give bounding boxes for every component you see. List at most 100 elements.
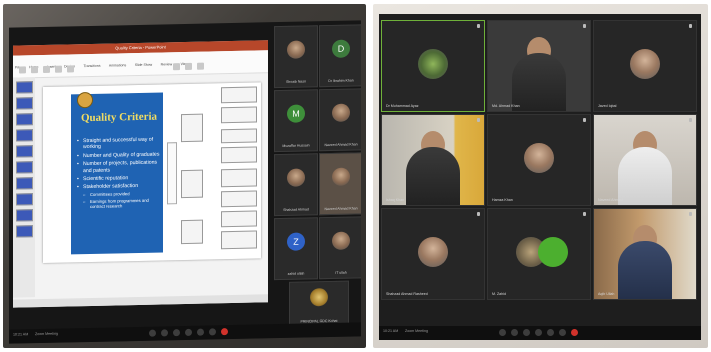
participant-name: Md. Ahmad Khan: [492, 104, 520, 108]
participant-tile[interactable]: Hamza Khan: [487, 114, 591, 206]
ribbon-tab-slideshow[interactable]: Slide Show: [135, 63, 153, 67]
diagram-box: [221, 86, 257, 104]
slide-thumbnails-panel: [13, 77, 35, 298]
participant-tile[interactable]: PRINCIPAL GDC Kohat: [289, 280, 349, 328]
video-icon[interactable]: [161, 329, 168, 337]
arrange-icon[interactable]: [185, 62, 192, 70]
ppt-status-bar: [13, 294, 268, 308]
slide-thumbnail[interactable]: [15, 193, 33, 206]
participant-tile[interactable]: Javed Iqbal: [593, 20, 697, 112]
end-call-button[interactable]: [571, 329, 578, 336]
participant-tile[interactable]: Naveed Ahmad: [593, 114, 697, 206]
share-screen-icon[interactable]: [547, 329, 554, 336]
chat-icon[interactable]: [185, 328, 192, 336]
ribbon-tab-review[interactable]: Review: [161, 62, 172, 66]
slide-sub-bullet: Earnings from programmes and contract re…: [83, 197, 161, 209]
diagram-box: [221, 210, 257, 228]
chat-icon[interactable]: [535, 329, 542, 336]
participant-tile[interactable]: Naveed Ahmad Khan: [319, 152, 361, 216]
participant-avatar: [418, 49, 448, 79]
mic-icon: [689, 118, 692, 122]
slide-thumbnail[interactable]: [15, 209, 33, 222]
mic-icon: [583, 118, 586, 122]
participant-tile[interactable]: D Dr Ibrahim Khan: [319, 24, 361, 88]
participant-initial-avatar: M: [287, 104, 305, 123]
shapes-icon[interactable]: [173, 63, 180, 71]
diagram-box: [181, 169, 203, 199]
font-icon[interactable]: [43, 65, 50, 73]
participant-name: Shoaib Nasir: [285, 79, 307, 84]
participants-icon[interactable]: [523, 329, 530, 336]
participant-name: Dr Muhammad Ayaz: [386, 104, 419, 108]
participant-tile[interactable]: Shahzad Ahmad Rasheed: [381, 208, 485, 300]
diagram-box: [181, 219, 203, 245]
slide-thumbnail[interactable]: [15, 97, 33, 110]
participant-tile[interactable]: Shoaib Nasir: [274, 25, 318, 89]
video-icon[interactable]: [511, 329, 518, 336]
participant-tile[interactable]: Naveed Ahmad Khan: [319, 88, 361, 152]
mic-icon: [477, 212, 480, 216]
mic-icon[interactable]: [499, 329, 506, 336]
slide-sub-bullet: Committees provided: [83, 190, 161, 197]
slide-bullet: Scientific reputation: [77, 175, 161, 183]
participant-avatar: [287, 168, 305, 187]
participant-tile[interactable]: Md. Ahmad Khan: [487, 20, 591, 112]
slide-thumbnail[interactable]: [15, 129, 33, 142]
taskbar: 10:21 AM Zoom Meeting: [379, 326, 701, 340]
participant-tile[interactable]: Shahzad Ahmad: [274, 153, 318, 217]
slide-thumbnail[interactable]: [15, 177, 33, 190]
participant-name: zahid ullah: [287, 271, 305, 276]
slide-text-panel: Quality Criteria Straight and successful…: [71, 91, 163, 255]
new-slide-icon[interactable]: [31, 66, 38, 74]
right-photo: Dr Muhammad Ayaz Md. Ahmad Khan Javed Iq…: [373, 4, 708, 348]
slide-canvas[interactable]: Quality Criteria Straight and successful…: [43, 82, 261, 263]
slide-thumbnail[interactable]: [15, 113, 33, 126]
share-screen-icon[interactable]: [197, 328, 204, 336]
slide-thumbnail[interactable]: [15, 81, 33, 94]
participant-tile[interactable]: Dr Muhammad Ayaz: [381, 20, 485, 112]
find-icon[interactable]: [197, 62, 204, 70]
participant-tile[interactable]: Ishaq Khan: [381, 114, 485, 206]
participant-avatar: [418, 237, 448, 267]
slide-sub-bullet-list: Committees provided Earnings from progra…: [83, 190, 161, 209]
participant-initial-avatar: Z: [287, 232, 305, 251]
participant-name: Shahzad Ahmad: [283, 207, 309, 212]
taskbar: 10:21 AM Zoom Meeting: [9, 322, 361, 344]
reactions-icon[interactable]: [559, 329, 566, 336]
powerpoint-window: Quality Criteria - PowerPoint File Home …: [13, 40, 268, 308]
ribbon-tab-transitions[interactable]: Transitions: [83, 64, 100, 68]
slide-bullet: Stakeholder satisfaction Committees prov…: [77, 183, 161, 209]
participant-tile[interactable]: M. Zahid: [487, 208, 591, 300]
end-call-button[interactable]: [221, 328, 228, 336]
mic-icon: [477, 24, 480, 28]
diagram-box: [221, 106, 257, 124]
slide-thumbnail[interactable]: [15, 225, 33, 238]
mic-icon: [583, 24, 586, 28]
paragraph-icon[interactable]: [67, 65, 74, 73]
ribbon-tab-animations[interactable]: Animations: [109, 63, 126, 67]
slide-thumbnail[interactable]: [15, 161, 33, 174]
diagram-box: [221, 146, 257, 164]
participant-initial-avatar: D: [332, 39, 350, 58]
participant-name: Shahzad Ahmad Rasheed: [386, 292, 428, 296]
participant-name: IT ullah: [335, 270, 347, 275]
participant-name: Naveed Ahmad Khan: [324, 142, 358, 148]
participant-name: Ishaq Khan: [386, 198, 405, 202]
participant-avatar: [287, 40, 305, 59]
meeting-label: Zoom Meeting: [35, 331, 58, 337]
participant-name: Dr Ibrahim Khan: [328, 78, 354, 83]
ppt-ribbon: File Home Insert Design Transitions Anim…: [13, 50, 268, 79]
participants-icon[interactable]: [173, 329, 180, 337]
participant-name: Naveed Ahmad Khan: [324, 206, 358, 212]
reactions-icon[interactable]: [209, 328, 216, 336]
mic-icon[interactable]: [149, 329, 156, 337]
diagram-box: [221, 168, 257, 188]
participant-tile[interactable]: M Muzaffar Hussain: [274, 89, 318, 153]
participant-tile[interactable]: Aqib Ullah: [593, 208, 697, 300]
paste-icon[interactable]: [19, 66, 26, 74]
slide-thumbnail[interactable]: [15, 145, 33, 158]
bold-icon[interactable]: [55, 65, 62, 73]
participant-tile[interactable]: Z zahid ullah: [274, 217, 318, 281]
slide-bullet: Number and Quality of graduates: [77, 151, 161, 159]
participant-tile[interactable]: IT ullah: [319, 216, 361, 280]
